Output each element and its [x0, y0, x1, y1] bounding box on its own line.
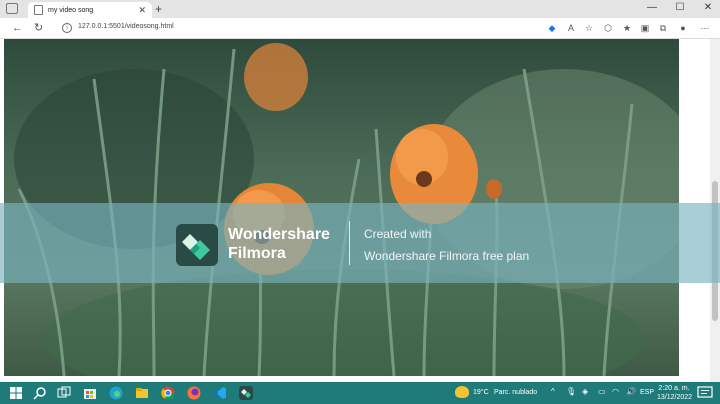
firefox-icon[interactable]: [186, 385, 202, 401]
tab-title: my video song: [48, 6, 94, 14]
filmora-logo-icon: [176, 224, 218, 266]
clock-date[interactable]: 13/12/2022: [657, 394, 692, 401]
microphone-icon[interactable]: 🎙: [566, 386, 576, 398]
tab-close-icon[interactable]: ✕: [138, 5, 146, 16]
chrome-icon[interactable]: [160, 385, 176, 401]
weather-cloud-icon[interactable]: [455, 386, 469, 398]
weather-temperature[interactable]: 19°C: [473, 389, 489, 396]
filmora-app-icon[interactable]: [238, 385, 254, 401]
url-field[interactable]: 127.0.0.1:5501/videosong.html: [78, 23, 174, 30]
profile-icon[interactable]: ●: [676, 21, 690, 35]
flower-blur: [244, 43, 308, 111]
extensions-icon[interactable]: ⬡: [601, 21, 615, 35]
task-view-icon[interactable]: [56, 385, 72, 401]
refresh-button[interactable]: ↻: [34, 20, 43, 36]
weather-description[interactable]: Parc. nublado: [494, 389, 537, 396]
watermark-free-plan: Wondershare Filmora free plan: [364, 249, 530, 263]
new-tab-button[interactable]: +: [155, 1, 162, 17]
watermark-banner: [0, 203, 720, 283]
favorites-icon[interactable]: ★: [620, 21, 634, 35]
language-indicator[interactable]: ESP: [640, 389, 654, 396]
volume-icon[interactable]: 🔊: [626, 386, 636, 398]
clock-time[interactable]: 2:20 a. m.: [657, 385, 691, 392]
tray-chevron-icon[interactable]: ^: [551, 386, 555, 398]
tab-bar: my video song ✕ + — ☐ ✕: [0, 0, 720, 18]
watermark-divider: [349, 221, 350, 265]
file-explorer-icon[interactable]: [134, 385, 150, 401]
search-icon[interactable]: [32, 385, 48, 401]
flower-bud: [486, 179, 502, 199]
close-window-button[interactable]: ✕: [696, 0, 720, 18]
notification-icon[interactable]: [697, 386, 713, 400]
maximize-button[interactable]: ☐: [668, 0, 692, 18]
network-icon[interactable]: ▭: [598, 386, 606, 398]
split-screen-icon[interactable]: ⧉: [656, 21, 670, 35]
brand-filmora: Filmora: [228, 245, 286, 262]
tab-my-video-song[interactable]: my video song ✕: [28, 2, 152, 18]
minimize-button[interactable]: —: [640, 0, 664, 18]
wifi-icon[interactable]: ◠: [612, 386, 619, 398]
favorite-add-icon[interactable]: ☆: [582, 21, 596, 35]
tab-actions-icon[interactable]: [6, 3, 18, 14]
edge-browser-icon[interactable]: [108, 385, 124, 401]
watermark-created-with: Created with: [364, 227, 432, 241]
vscode-icon[interactable]: [212, 385, 228, 401]
page-favicon-icon: [34, 5, 43, 15]
back-button[interactable]: ←: [12, 20, 23, 36]
site-info-icon[interactable]: i: [62, 23, 72, 33]
brand-wondershare: Wondershare: [228, 226, 330, 243]
address-bar-row: ← ↻ i 127.0.0.1:5501/videosong.html ◆ A …: [0, 18, 720, 39]
menu-icon[interactable]: ⋯: [698, 21, 712, 35]
collections-icon[interactable]: ▣: [638, 21, 652, 35]
read-aloud-icon[interactable]: A: [564, 21, 578, 35]
windows-start-icon[interactable]: [8, 385, 24, 401]
store-icon[interactable]: [82, 385, 98, 401]
tag-icon[interactable]: ◆: [545, 21, 559, 35]
dropbox-icon[interactable]: ◈: [582, 386, 588, 398]
